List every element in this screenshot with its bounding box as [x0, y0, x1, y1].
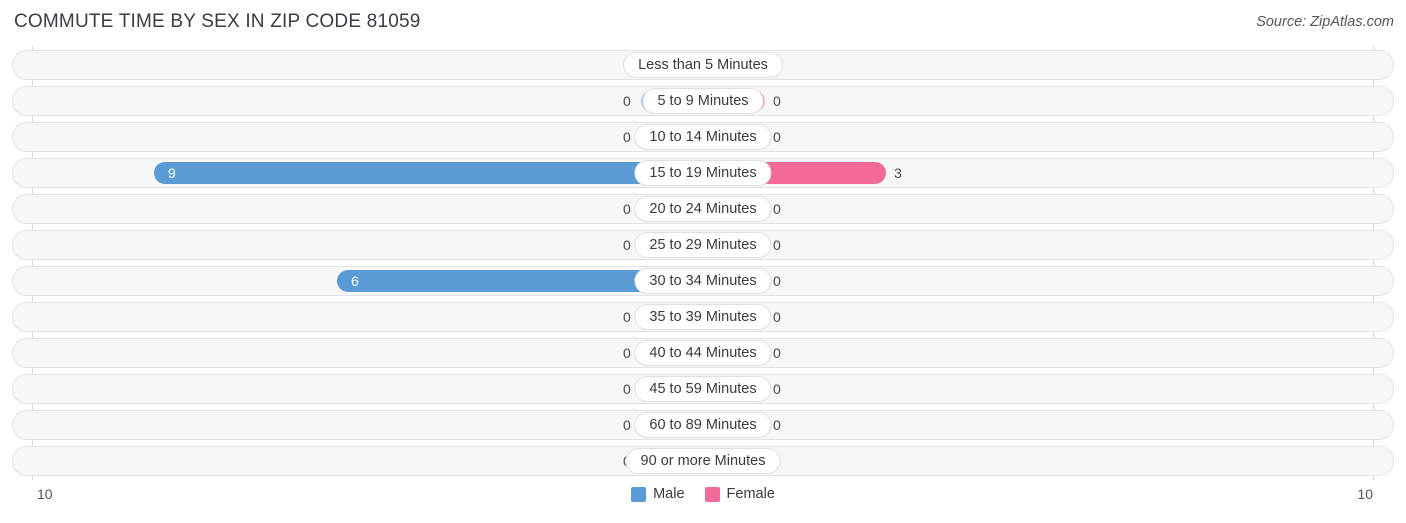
category-label: 40 to 44 Minutes	[634, 340, 772, 366]
source-attribution: Source: ZipAtlas.com	[1256, 14, 1394, 30]
chart-row: 0 0 60 to 89 Minutes	[12, 410, 1394, 440]
bar-value-female: 0	[773, 345, 781, 361]
page-title: COMMUTE TIME BY SEX IN ZIP CODE 81059	[14, 11, 421, 32]
chart-row: 0090 or more Minutes	[12, 446, 1394, 476]
category-label: 5 to 9 Minutes	[642, 88, 764, 114]
bar-value-male: 0	[623, 129, 631, 145]
category-label: 25 to 29 Minutes	[634, 232, 772, 258]
category-label: Less than 5 Minutes	[623, 52, 783, 78]
bar-value-male: 0	[623, 381, 631, 397]
bar-value-male: 0	[623, 237, 631, 253]
bar-value-male: 0	[623, 201, 631, 217]
chart-row: 6 0 30 to 34 Minutes	[12, 266, 1394, 296]
bar-value-female: 0	[773, 237, 781, 253]
category-label: 20 to 24 Minutes	[634, 196, 772, 222]
chart-row: 0 0 35 to 39 Minutes	[12, 302, 1394, 332]
bar-value-male: 0	[623, 309, 631, 325]
bar-value-female: 0	[773, 309, 781, 325]
category-label: 45 to 59 Minutes	[634, 376, 772, 402]
bar-value-male: 0	[623, 93, 631, 109]
legend-label-female: Female	[726, 486, 775, 502]
chart-row: 0 0 40 to 44 Minutes	[12, 338, 1394, 368]
chart-legend: Male Female	[0, 486, 1406, 502]
legend-swatch-female-icon	[704, 486, 720, 502]
bar-value-female: 3	[894, 165, 902, 181]
chart-row: 0 0 10 to 14 Minutes	[12, 122, 1394, 152]
bar-value-male: 6	[351, 273, 359, 289]
chart-row: 0 0 20 to 24 Minutes	[12, 194, 1394, 224]
bar-value-female: 0	[773, 93, 781, 109]
chart-row: 0 0 5 to 9 Minutes	[12, 86, 1394, 116]
chart-plot-area: 00Less than 5 Minutes005 to 9 Minutes001…	[0, 46, 1406, 480]
chart-row: 9 3 15 to 19 Minutes	[12, 158, 1394, 188]
chart-row: 0 0 45 to 59 Minutes	[12, 374, 1394, 404]
bar-value-female: 0	[773, 381, 781, 397]
category-label: 60 to 89 Minutes	[634, 412, 772, 438]
category-label: 35 to 39 Minutes	[634, 304, 772, 330]
bar-value-male: 9	[168, 165, 176, 181]
chart-header: COMMUTE TIME BY SEX IN ZIP CODE 81059 So…	[0, 0, 1406, 46]
category-label: 30 to 34 Minutes	[634, 268, 772, 294]
legend-item-male[interactable]: Male	[631, 486, 685, 502]
bar-value-male: 0	[623, 345, 631, 361]
bar-value-female: 0	[773, 273, 781, 289]
category-label: 90 or more Minutes	[625, 448, 781, 474]
chart-footer: 10 10 Male Female	[0, 480, 1406, 523]
chart-row: 00Less than 5 Minutes	[12, 50, 1394, 80]
chart-row: 0 0 25 to 29 Minutes	[12, 230, 1394, 260]
bar-value-female: 0	[773, 201, 781, 217]
legend-swatch-male-icon	[631, 486, 647, 502]
bar-value-female: 0	[773, 417, 781, 433]
category-label: 10 to 14 Minutes	[634, 124, 772, 150]
bar-value-female: 0	[773, 129, 781, 145]
legend-label-male: Male	[653, 486, 685, 502]
bar-value-male: 0	[623, 417, 631, 433]
category-label: 15 to 19 Minutes	[634, 160, 772, 186]
legend-item-female[interactable]: Female	[704, 486, 775, 502]
bar-male[interactable]	[154, 162, 703, 184]
